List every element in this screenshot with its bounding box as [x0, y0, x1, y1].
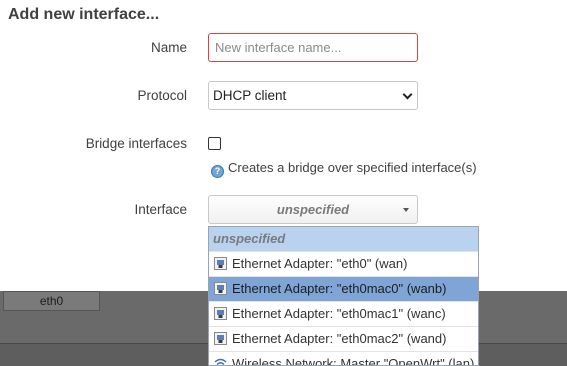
dropdown-option-eth0mac1[interactable]: Ethernet Adapter: "eth0mac1" (wanc) — [209, 302, 478, 327]
interface-dropdown-list: unspecified Ethernet Adapter: "eth0" (wa… — [208, 226, 479, 366]
option-label: Ethernet Adapter: "eth0mac2" (wand) — [232, 331, 447, 346]
bridge-interfaces-label: Bridge interfaces — [85, 136, 187, 151]
interface-select[interactable]: unspecified — [208, 195, 418, 224]
protocol-label: Protocol — [137, 88, 187, 103]
dropdown-option-eth0mac2[interactable]: Ethernet Adapter: "eth0mac2" (wand) — [209, 327, 478, 352]
ethernet-port-icon — [214, 332, 227, 345]
dropdown-option-unspecified[interactable]: unspecified — [209, 227, 478, 252]
option-label: Wireless Network: Master "OpenWrt" (lan) — [232, 356, 475, 366]
wifi-icon — [214, 358, 227, 365]
protocol-select[interactable]: DHCP client — [208, 81, 418, 110]
ethernet-port-icon — [214, 307, 227, 320]
option-label: Ethernet Adapter: "eth0mac0" (wanb) — [232, 281, 447, 296]
bridge-help-text: ? Creates a bridge over specified interfa… — [211, 160, 477, 178]
ethernet-port-icon — [214, 257, 227, 270]
dialog-title: Add new interface... — [8, 6, 160, 23]
dropdown-option-eth0mac0[interactable]: Ethernet Adapter: "eth0mac0" (wanb) — [209, 277, 478, 302]
option-label: Ethernet Adapter: "eth0mac1" (wanc) — [232, 306, 446, 321]
interface-name-input[interactable] — [208, 33, 418, 62]
protocol-value: DHCP client — [213, 88, 287, 103]
interface-label: Interface — [134, 202, 187, 217]
background-tab-eth0: eth0 — [3, 291, 100, 311]
help-icon: ? — [211, 165, 224, 178]
interface-select-value: unspecified — [276, 202, 350, 217]
dropdown-option-wireless-lan[interactable]: Wireless Network: Master "OpenWrt" (lan) — [209, 352, 478, 366]
ethernet-port-icon — [214, 282, 227, 295]
name-label: Name — [150, 40, 187, 55]
dropdown-option-eth0[interactable]: Ethernet Adapter: "eth0" (wan) — [209, 252, 478, 277]
option-label: Ethernet Adapter: "eth0" (wan) — [232, 256, 408, 271]
bridge-interfaces-checkbox[interactable] — [208, 137, 221, 150]
chevron-down-icon — [402, 89, 413, 100]
caret-down-icon — [403, 208, 409, 212]
bridge-help-label: Creates a bridge over specified interfac… — [228, 160, 477, 175]
